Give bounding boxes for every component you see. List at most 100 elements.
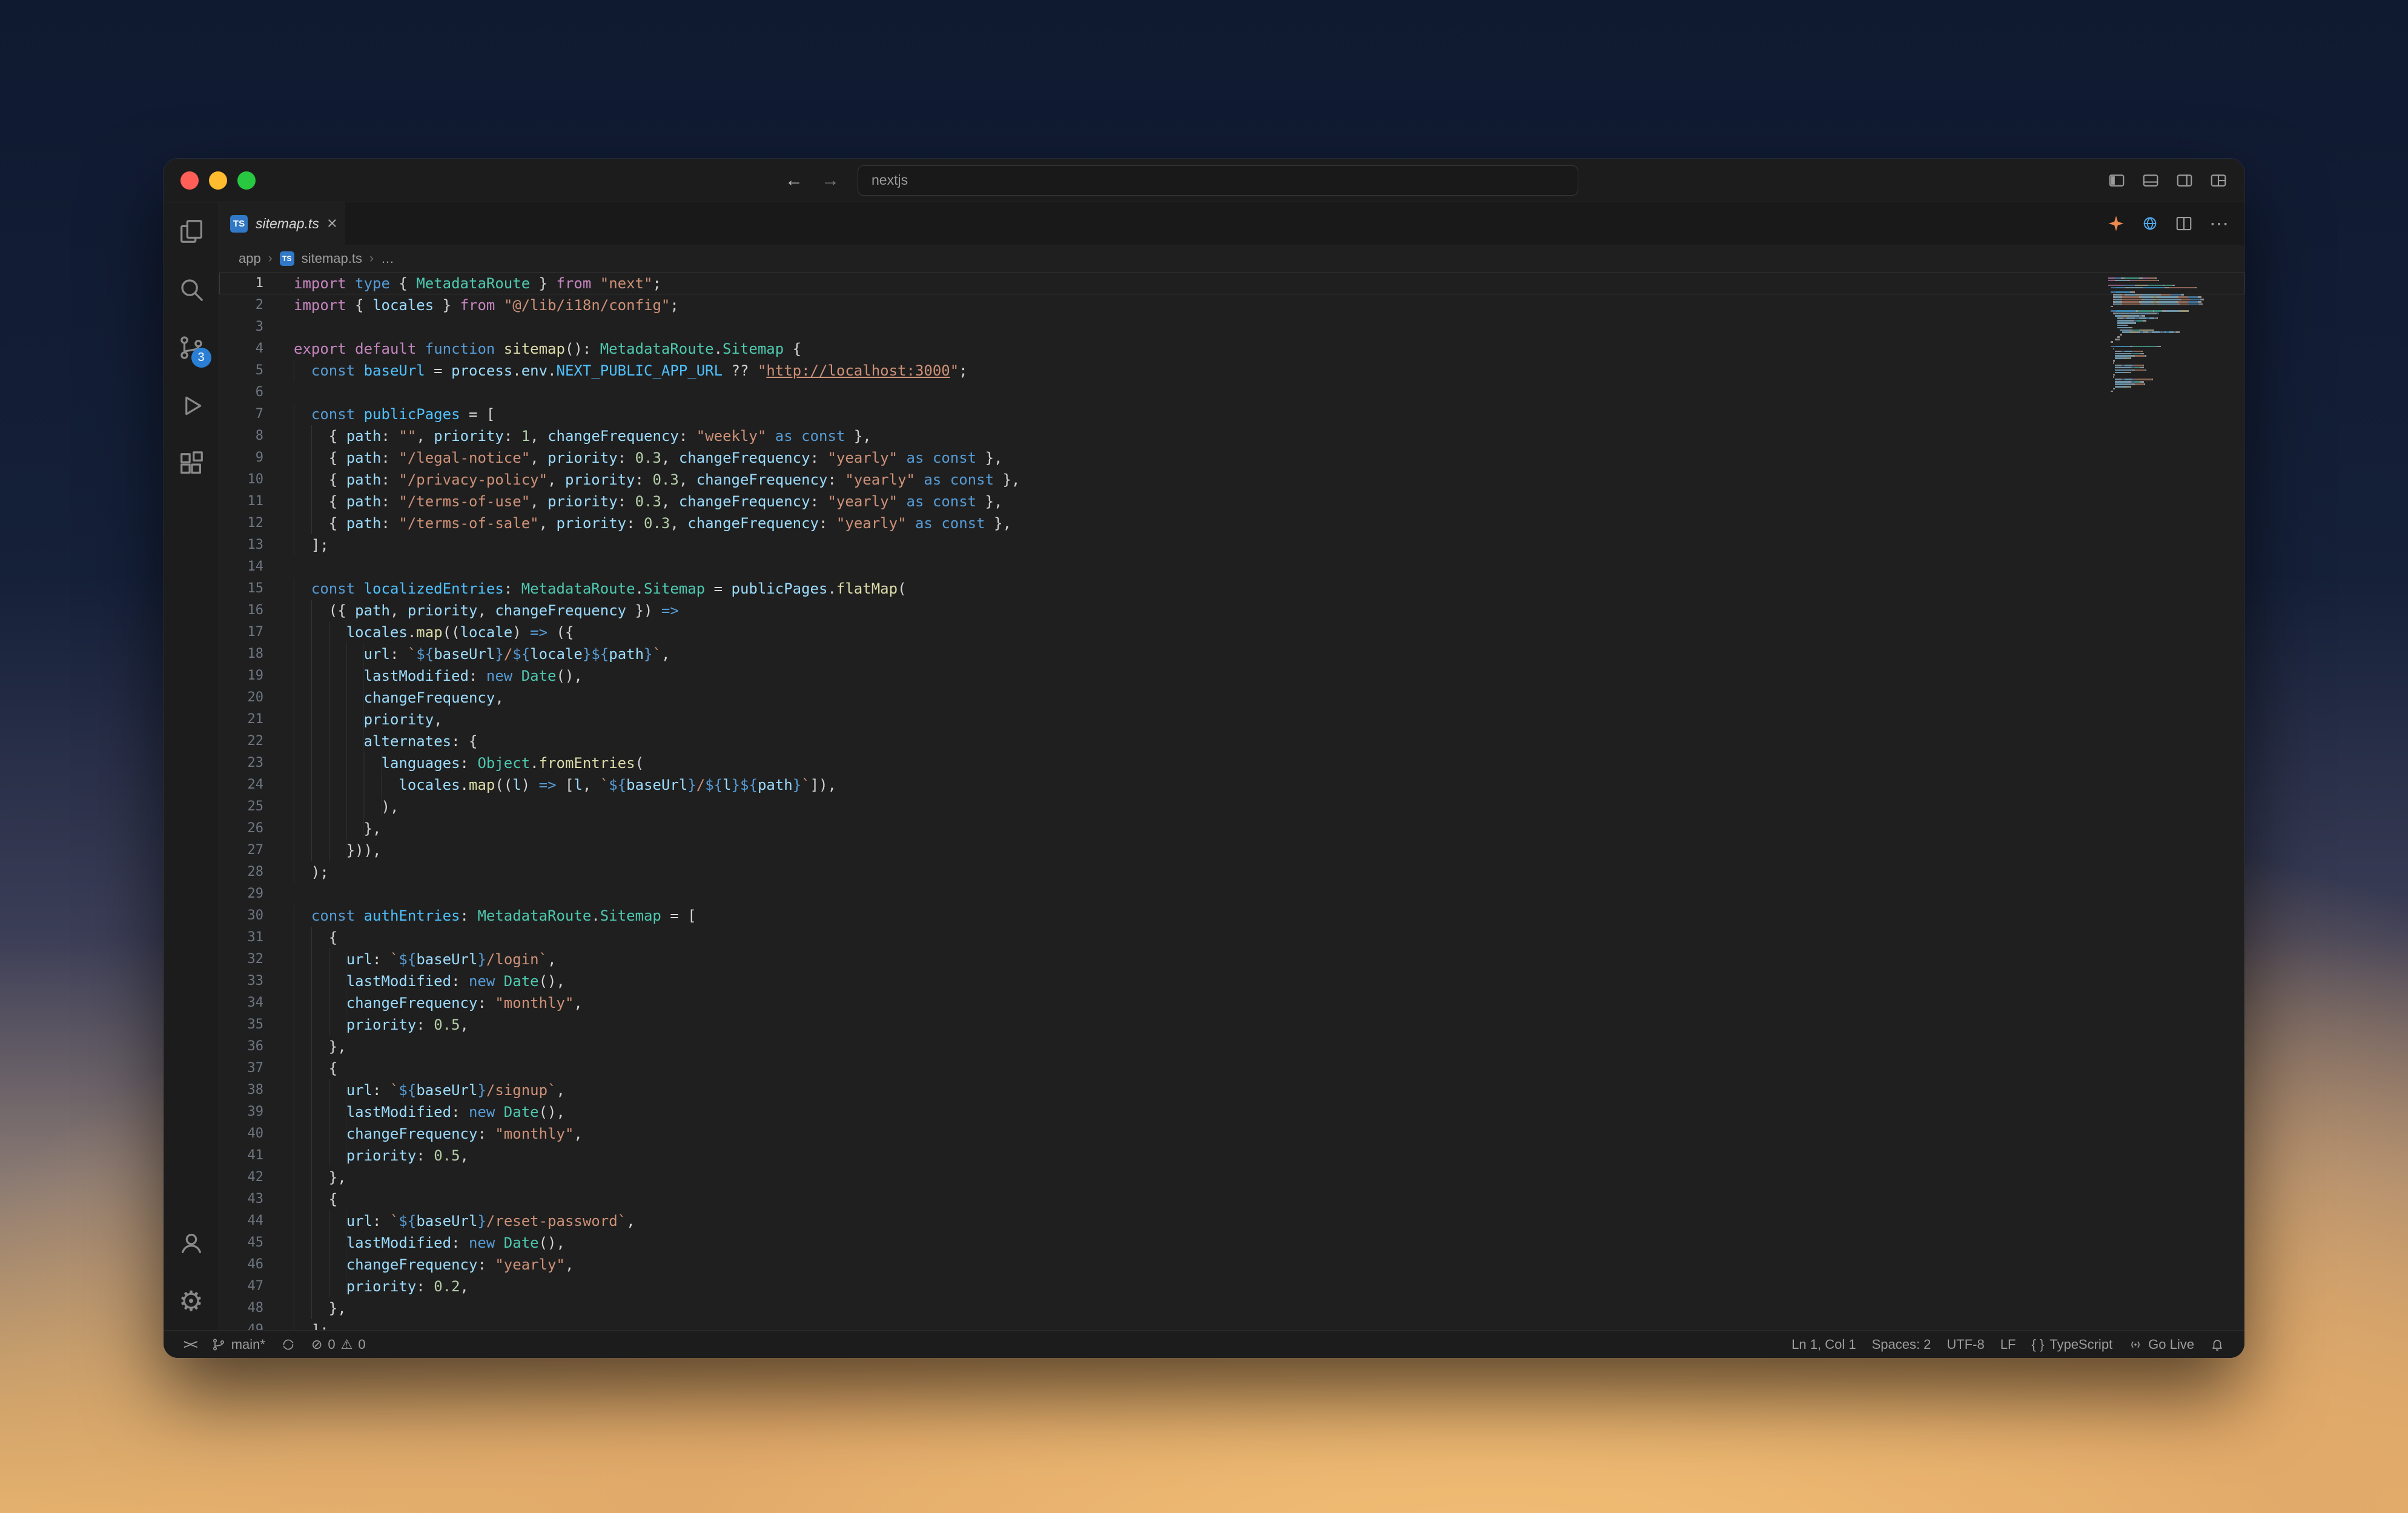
more-actions-icon[interactable]: ⋯ <box>2209 214 2229 233</box>
code-line[interactable]: 24 locales.map((l) => [l, `${baseUrl}/${l… <box>219 774 2244 796</box>
code-line[interactable]: 44 url: `${baseUrl}/reset-password`, <box>219 1210 2244 1232</box>
code-line[interactable]: 6 <box>219 382 2244 403</box>
globe-icon[interactable] <box>2142 215 2158 232</box>
sidebar-item-settings[interactable]: ⚙ <box>164 1272 219 1330</box>
line-number[interactable]: 29 <box>219 883 294 905</box>
line-number[interactable]: 13 <box>219 534 294 556</box>
code-line[interactable]: 19 lastModified: new Date(), <box>219 665 2244 687</box>
back-button[interactable]: ← <box>785 171 803 190</box>
code-line[interactable]: 41 priority: 0.5, <box>219 1145 2244 1167</box>
line-number[interactable]: 34 <box>219 992 294 1014</box>
toggle-primary-sidebar-icon[interactable] <box>2108 171 2126 190</box>
sidebar-item-account[interactable] <box>164 1214 219 1272</box>
code-line[interactable]: 2 import { locales } from "@/lib/i18n/con… <box>219 294 2244 316</box>
code-line[interactable]: 14 <box>219 556 2244 578</box>
line-number[interactable]: 45 <box>219 1232 294 1254</box>
indentation-indicator[interactable]: Spaces: 2 <box>1864 1337 1939 1352</box>
line-number[interactable]: 3 <box>219 316 294 338</box>
encoding-indicator[interactable]: UTF-8 <box>1939 1337 1992 1352</box>
sidebar-item-source-control[interactable]: 3 <box>164 319 219 377</box>
line-number[interactable]: 37 <box>219 1058 294 1079</box>
line-number[interactable]: 38 <box>219 1079 294 1101</box>
line-number[interactable]: 24 <box>219 774 294 796</box>
code-line[interactable]: 31{ <box>219 927 2244 949</box>
code-line[interactable]: 21 priority, <box>219 709 2244 730</box>
code-line[interactable]: 11{ path: "/terms-of-use", priority: 0.3… <box>219 491 2244 512</box>
code-line[interactable]: 9{ path: "/legal-notice", priority: 0.3,… <box>219 447 2244 469</box>
breadcrumb-item-app[interactable]: app <box>239 251 261 267</box>
line-number[interactable]: 11 <box>219 491 294 512</box>
code-line[interactable]: 48}, <box>219 1297 2244 1319</box>
sync-button[interactable] <box>273 1337 303 1352</box>
traffic-minimize-button[interactable] <box>209 171 227 190</box>
line-number[interactable]: 44 <box>219 1210 294 1232</box>
code-line[interactable]: 5 const baseUrl = process.env.NEXT_PUBLIC… <box>219 360 2244 382</box>
code-line[interactable]: 4 export default function sitemap(): Meta… <box>219 338 2244 360</box>
line-number[interactable]: 49 <box>219 1319 294 1330</box>
eol-indicator[interactable]: LF <box>1993 1337 2024 1352</box>
code-line[interactable]: 35 priority: 0.5, <box>219 1014 2244 1036</box>
line-number[interactable]: 14 <box>219 556 294 578</box>
code-line[interactable]: 25), <box>219 796 2244 818</box>
code-line[interactable]: 34 changeFrequency: "monthly", <box>219 992 2244 1014</box>
line-number[interactable]: 28 <box>219 861 294 883</box>
close-icon[interactable]: × <box>327 214 337 233</box>
code-line[interactable]: 49]; <box>219 1319 2244 1330</box>
code-line[interactable]: 40 changeFrequency: "monthly", <box>219 1123 2244 1145</box>
code-line[interactable]: 47 priority: 0.2, <box>219 1276 2244 1297</box>
line-number[interactable]: 40 <box>219 1123 294 1145</box>
go-live-button[interactable]: Go Live <box>2120 1337 2202 1352</box>
line-number[interactable]: 10 <box>219 469 294 491</box>
sidebar-item-extensions[interactable] <box>164 435 219 493</box>
remote-indicator[interactable]: >< <box>176 1337 203 1352</box>
problems-indicator[interactable]: ⊘ 0 ⚠ 0 <box>303 1337 374 1352</box>
code-line[interactable]: 23 languages: Object.fromEntries( <box>219 752 2244 774</box>
code-line[interactable]: 10{ path: "/privacy-policy", priority: 0… <box>219 469 2244 491</box>
code-line[interactable]: 29 <box>219 883 2244 905</box>
code-line[interactable]: 38 url: `${baseUrl}/signup`, <box>219 1079 2244 1101</box>
code-line[interactable]: 36}, <box>219 1036 2244 1058</box>
line-number[interactable]: 23 <box>219 752 294 774</box>
code-line[interactable]: 13]; <box>219 534 2244 556</box>
code-line[interactable]: 42}, <box>219 1167 2244 1188</box>
code-line[interactable]: 27})), <box>219 839 2244 861</box>
breadcrumb-item-symbol[interactable]: … <box>381 251 394 267</box>
line-number[interactable]: 31 <box>219 927 294 949</box>
code-line[interactable]: 43{ <box>219 1188 2244 1210</box>
line-number[interactable]: 20 <box>219 687 294 709</box>
split-editor-icon[interactable] <box>2175 214 2193 233</box>
code-line[interactable]: 20 changeFrequency, <box>219 687 2244 709</box>
code-editor[interactable]: 1 import type { MetadataRoute } from "nex… <box>219 273 2244 1330</box>
line-number[interactable]: 27 <box>219 839 294 861</box>
line-number[interactable]: 5 <box>219 360 294 382</box>
toggle-panel-icon[interactable] <box>2142 171 2160 190</box>
line-number[interactable]: 46 <box>219 1254 294 1276</box>
line-number[interactable]: 36 <box>219 1036 294 1058</box>
line-number[interactable]: 9 <box>219 447 294 469</box>
code-line[interactable]: 17 locales.map((locale) => ({ <box>219 621 2244 643</box>
sidebar-item-search[interactable] <box>164 260 219 319</box>
line-number[interactable]: 47 <box>219 1276 294 1297</box>
line-number[interactable]: 7 <box>219 403 294 425</box>
line-number[interactable]: 25 <box>219 796 294 818</box>
line-number[interactable]: 42 <box>219 1167 294 1188</box>
breadcrumb-item-file[interactable]: sitemap.ts <box>302 251 362 267</box>
sidebar-item-run-debug[interactable] <box>164 377 219 435</box>
code-line[interactable]: 45 lastModified: new Date(), <box>219 1232 2244 1254</box>
code-line[interactable]: 37{ <box>219 1058 2244 1079</box>
traffic-close-button[interactable] <box>180 171 199 190</box>
line-number[interactable]: 26 <box>219 818 294 839</box>
line-number[interactable]: 30 <box>219 905 294 927</box>
line-number[interactable]: 48 <box>219 1297 294 1319</box>
line-number[interactable]: 35 <box>219 1014 294 1036</box>
line-number[interactable]: 19 <box>219 665 294 687</box>
code-line[interactable]: 28); <box>219 861 2244 883</box>
notifications-button[interactable] <box>2202 1337 2232 1352</box>
code-line[interactable]: 39 lastModified: new Date(), <box>219 1101 2244 1123</box>
git-branch-indicator[interactable]: main* <box>203 1337 273 1352</box>
customize-layout-icon[interactable] <box>2209 171 2228 190</box>
code-line[interactable]: 15 const localizedEntries: MetadataRoute.… <box>219 578 2244 600</box>
code-line[interactable]: 1 import type { MetadataRoute } from "nex… <box>219 273 2244 294</box>
command-center[interactable]: nextjs <box>858 165 1578 196</box>
line-number[interactable]: 8 <box>219 425 294 447</box>
